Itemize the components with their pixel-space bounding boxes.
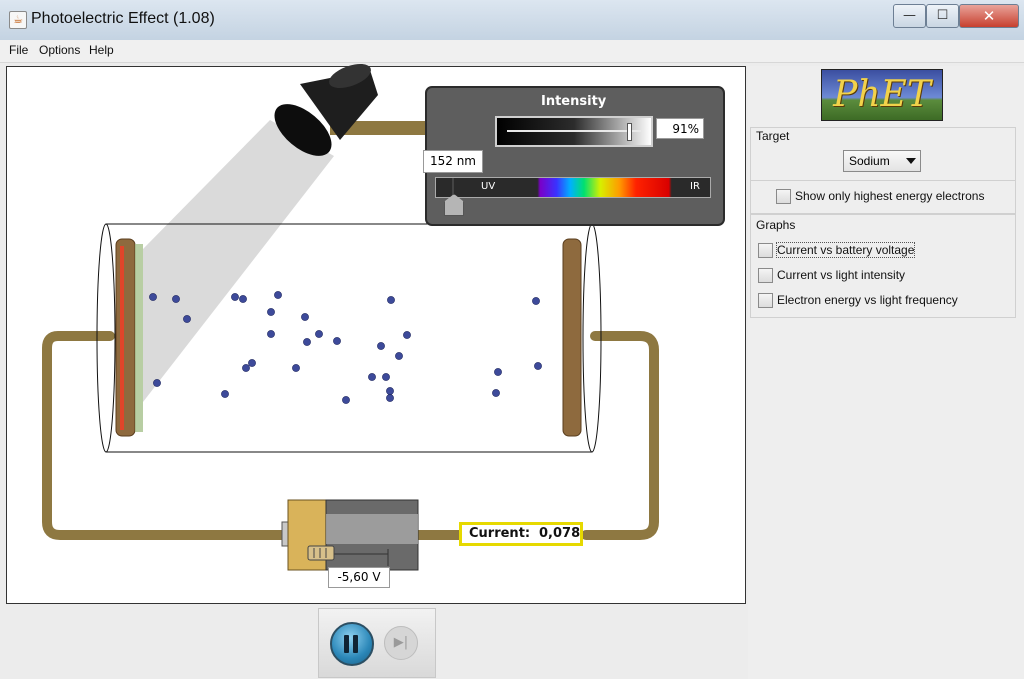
menu-help[interactable]: Help <box>89 43 114 57</box>
intensity-title: Intensity <box>541 94 607 109</box>
intensity-thumb[interactable] <box>626 123 632 141</box>
menu-options[interactable]: Options <box>39 43 80 57</box>
voltage-value-field[interactable]: -5,60 V <box>328 567 390 588</box>
menu-file[interactable]: File <box>9 43 28 57</box>
close-button[interactable]: ✕ <box>959 4 1019 28</box>
intensity-slider[interactable] <box>495 116 653 147</box>
pause-icon-bar <box>353 635 358 653</box>
graph-current-vs-voltage-checkbox[interactable] <box>758 243 773 258</box>
intensity-value-field[interactable]: 91% <box>656 118 704 139</box>
title-bar: ☕ Photoelectric Effect (1.08) — ☐ ✕ <box>0 0 1024 41</box>
step-button[interactable]: ▶| <box>384 626 418 660</box>
current-label: Current: <box>469 526 531 541</box>
target-select[interactable]: Sodium <box>843 150 921 172</box>
graph-current-vs-voltage-label: Current vs battery voltage <box>775 242 916 258</box>
phet-logo[interactable]: PhET <box>821 69 943 121</box>
maximize-button[interactable]: ☐ <box>926 4 959 28</box>
wavelength-value-field[interactable]: 152 nm <box>423 150 483 173</box>
target-select-value: Sodium <box>849 154 890 168</box>
java-icon: ☕ <box>9 11 27 29</box>
graph-current-vs-intensity-checkbox[interactable] <box>758 268 773 283</box>
pause-icon <box>344 635 349 653</box>
menu-bar: File Options Help <box>0 40 1024 63</box>
intensity-track <box>507 130 641 132</box>
current-value: 0,078 <box>539 526 581 541</box>
graphs-title: Graphs <box>756 218 796 232</box>
ir-label: IR <box>690 181 700 192</box>
show-highest-energy-label: Show only highest energy electrons <box>795 189 985 203</box>
wavelength-marker <box>452 178 454 196</box>
wavelength-spectrum-slider[interactable] <box>435 177 711 198</box>
current-readout: Current: 0,078 <box>459 522 583 546</box>
pause-button[interactable] <box>330 622 374 666</box>
graph-energy-vs-frequency-checkbox[interactable] <box>758 293 773 308</box>
graph-current-vs-intensity-label: Current vs light intensity <box>777 268 906 282</box>
graph-energy-vs-frequency-label: Electron energy vs light frequency <box>777 293 958 307</box>
chevron-down-icon <box>906 158 916 164</box>
show-highest-energy-checkbox[interactable] <box>776 189 791 204</box>
step-forward-icon: ▶| <box>393 635 409 650</box>
target-title: Target <box>756 129 790 143</box>
window-title: Photoelectric Effect (1.08) <box>31 10 215 27</box>
minimize-button[interactable]: — <box>893 4 926 28</box>
uv-label: UV <box>481 181 496 192</box>
